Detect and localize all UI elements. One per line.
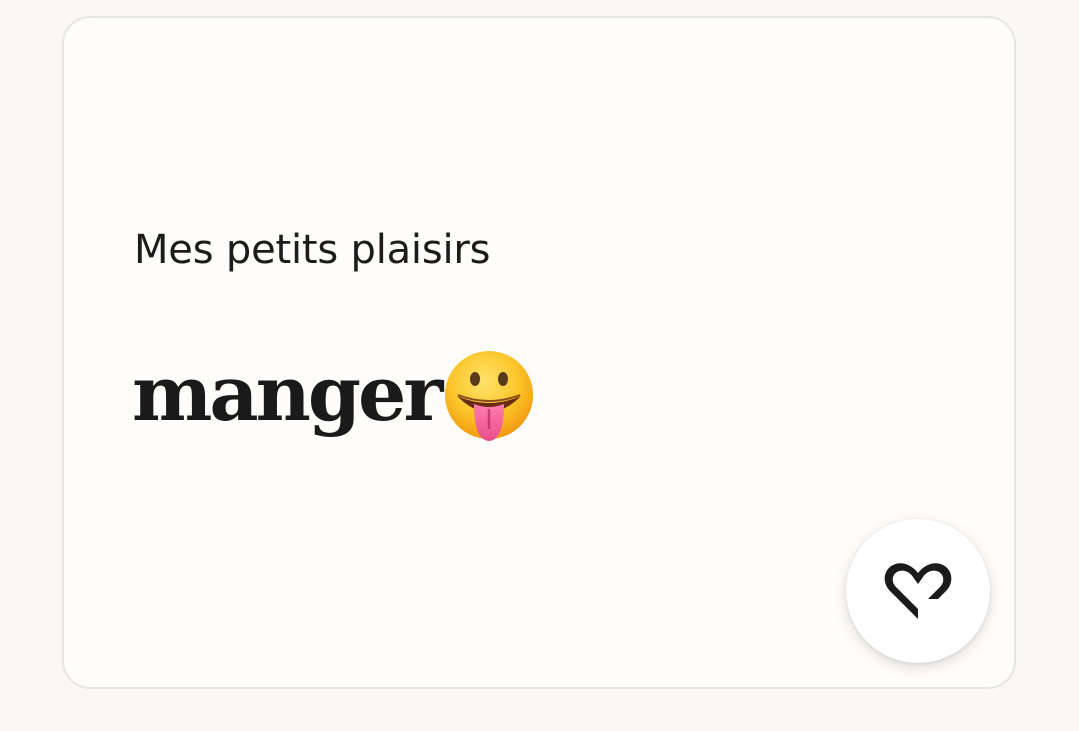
face-with-tongue-icon <box>442 350 536 444</box>
like-button[interactable] <box>846 519 990 663</box>
heart-like-icon <box>884 563 952 619</box>
prompt-answer: manger <box>132 344 536 444</box>
answer-text: manger <box>132 349 443 438</box>
prompt-card: Mes petits plaisirs manger <box>62 16 1016 689</box>
prompt-title: Mes petits plaisirs <box>134 227 491 273</box>
